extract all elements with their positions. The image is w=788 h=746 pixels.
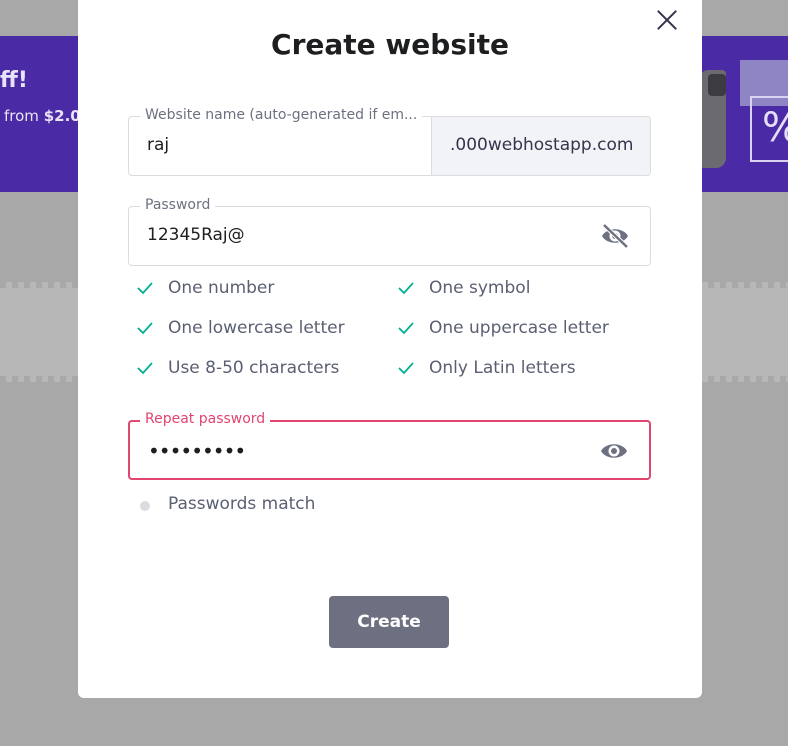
- eye-off-icon[interactable]: [600, 223, 630, 249]
- eye-icon[interactable]: [599, 438, 629, 464]
- check-icon: [137, 322, 153, 335]
- domain-suffix-text: .000webhostapp.com: [450, 135, 634, 155]
- passwords-match-text: Passwords match: [168, 494, 316, 514]
- promo-banner-title: ff!: [0, 68, 28, 93]
- modal-title: Create website: [271, 28, 509, 61]
- check-icon: [137, 362, 153, 375]
- check-icon: [398, 362, 414, 375]
- check-icon: [398, 282, 414, 295]
- promo-camera-image: [708, 74, 726, 96]
- repeat-password-input[interactable]: •••••••••: [148, 439, 246, 463]
- password-field[interactable]: Password 12345Raj@: [128, 197, 651, 266]
- create-button[interactable]: Create: [329, 596, 449, 648]
- password-input[interactable]: 12345Raj@: [147, 225, 245, 245]
- check-icon: [137, 282, 153, 295]
- promo-percent-badge: %: [750, 96, 788, 162]
- repeat-password-label: Repeat password: [140, 411, 271, 427]
- website-name-label: Website name (auto-generated if em...: [140, 107, 423, 123]
- repeat-password-field[interactable]: Repeat password •••••••••: [128, 411, 651, 480]
- website-name-input[interactable]: raj: [147, 135, 169, 155]
- domain-suffix: .000webhostapp.com: [431, 117, 650, 175]
- status-dot-icon: [140, 501, 150, 511]
- create-website-modal: Create website Website name (auto-genera…: [78, 0, 702, 698]
- password-label: Password: [140, 197, 216, 213]
- check-icon: [398, 322, 414, 335]
- promo-banner-subtitle: from $2.0: [4, 107, 81, 125]
- website-name-field[interactable]: Website name (auto-generated if em... ra…: [128, 107, 651, 176]
